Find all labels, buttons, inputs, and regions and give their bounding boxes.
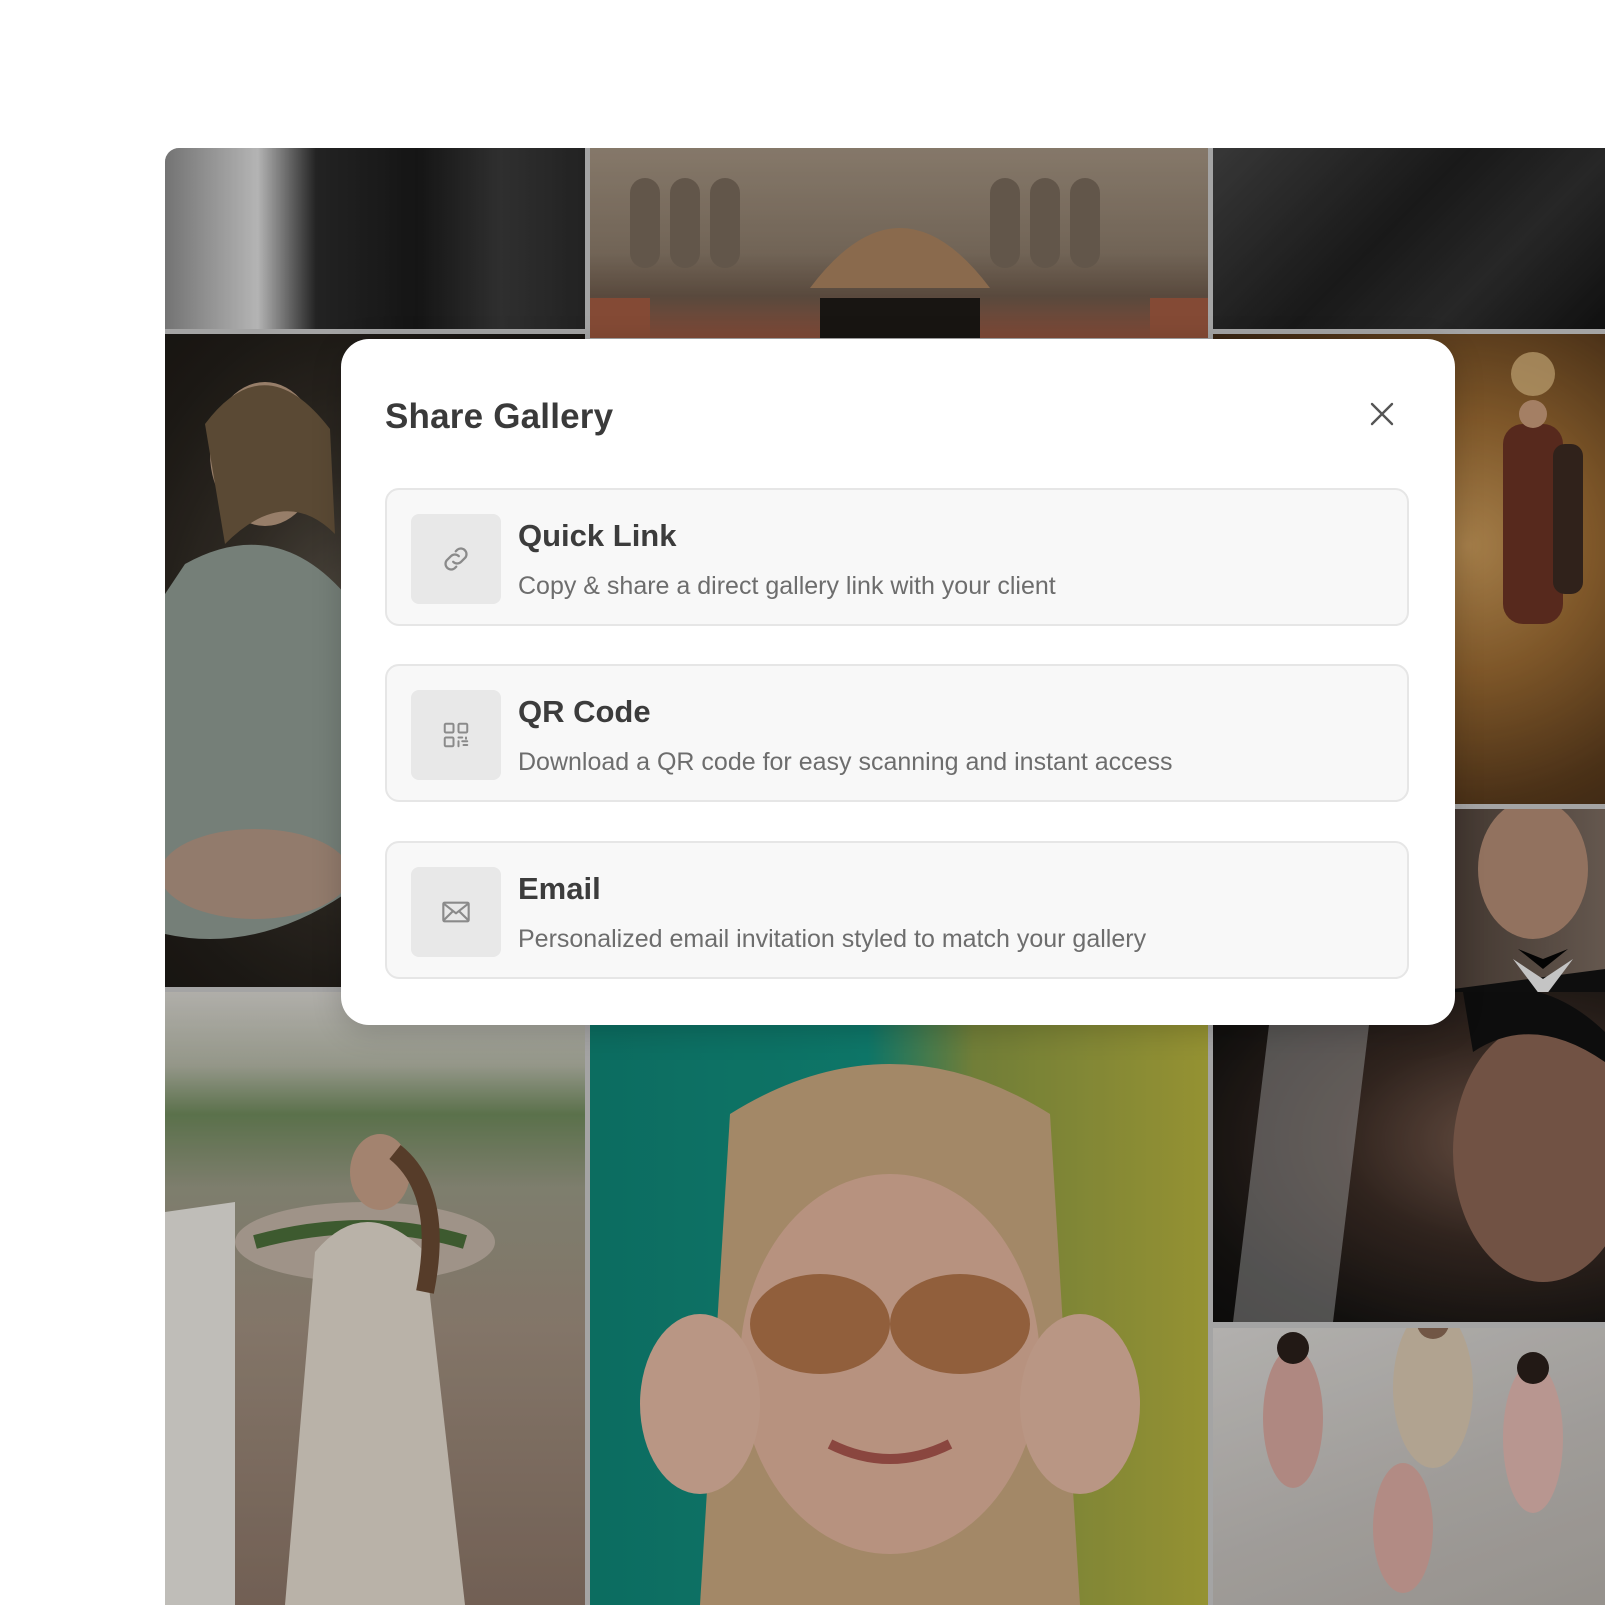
email-option[interactable]: Email Personalized email invitation styl… <box>385 841 1409 979</box>
mail-icon <box>411 867 501 957</box>
stage: Share Gallery Quick Link Copy & share a … <box>0 0 1605 1605</box>
option-description: Personalized email invitation styled to … <box>518 925 1147 953</box>
option-description: Copy & share a direct gallery link with … <box>518 572 1056 600</box>
close-button[interactable] <box>1367 399 1397 429</box>
dialog-title: Share Gallery <box>385 397 614 436</box>
share-gallery-dialog: Share Gallery Quick Link Copy & share a … <box>341 339 1455 1025</box>
option-title: Email <box>518 871 601 906</box>
option-title: QR Code <box>518 694 651 729</box>
close-icon <box>1370 402 1394 426</box>
option-title: Quick Link <box>518 518 677 553</box>
qr-code-option[interactable]: QR Code Download a QR code for easy scan… <box>385 664 1409 802</box>
option-description: Download a QR code for easy scanning and… <box>518 748 1173 776</box>
link-icon <box>411 514 501 604</box>
qr-code-icon <box>411 690 501 780</box>
quick-link-option[interactable]: Quick Link Copy & share a direct gallery… <box>385 488 1409 626</box>
